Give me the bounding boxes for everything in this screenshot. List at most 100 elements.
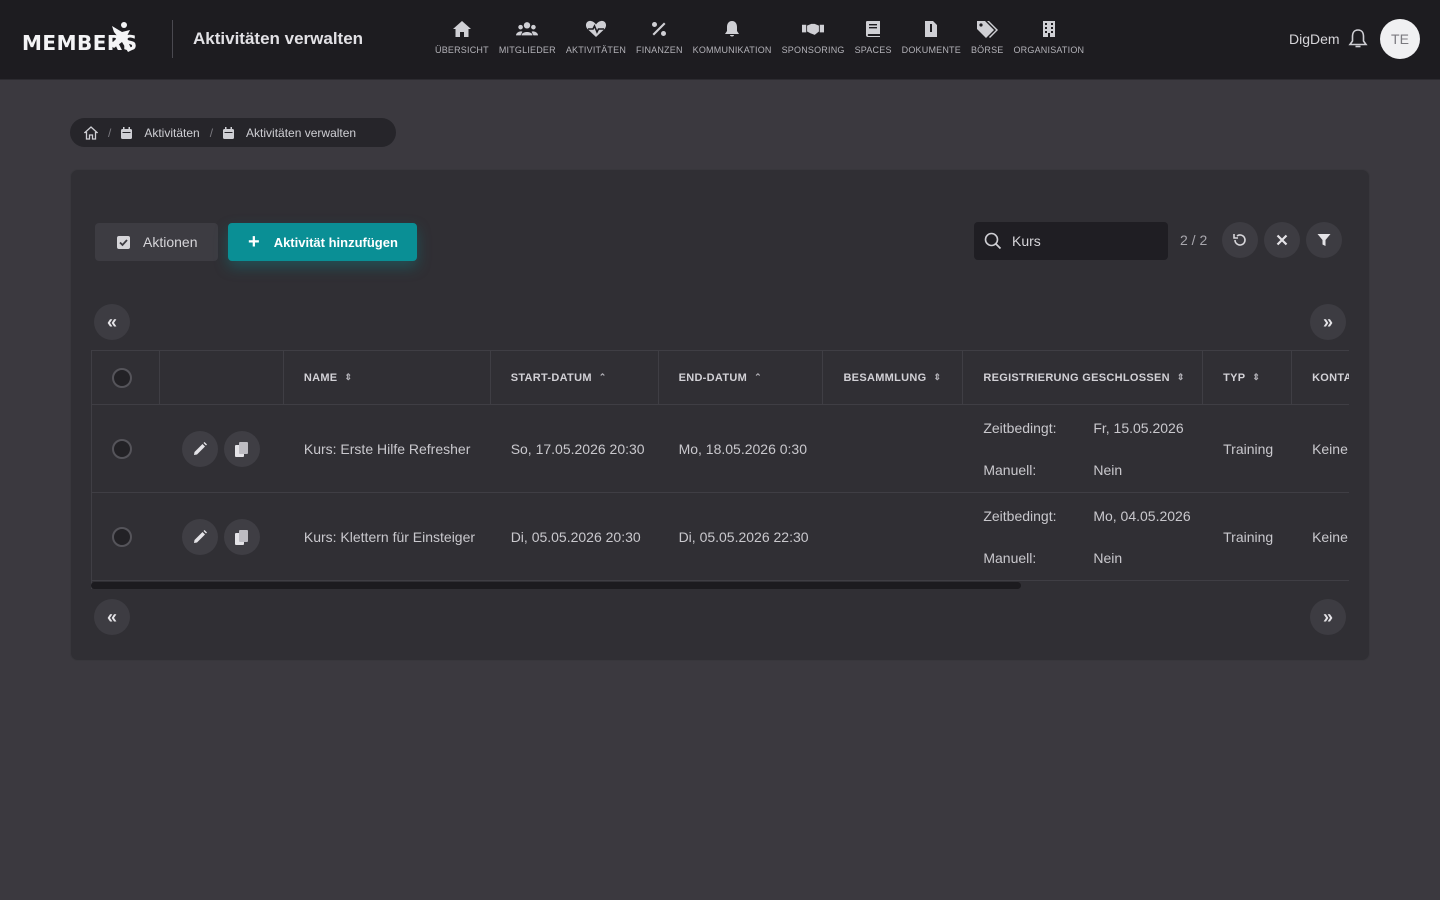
column-header-start[interactable]: START-DATUM ⌃ bbox=[490, 351, 659, 405]
column-header-registration[interactable]: REGISTRIERUNG GESCHLOSSEN ⇕ bbox=[963, 351, 1204, 405]
duplicate-button[interactable] bbox=[223, 519, 260, 555]
table-row[interactable]: Kurs: Erste Hilfe Refresher So, 17.05.20… bbox=[92, 405, 1349, 493]
nav-item-organisation[interactable]: ORGANISATION bbox=[1008, 18, 1089, 62]
reg-timed-label: Zeitbedingt: bbox=[983, 420, 1057, 436]
column-label: END-DATUM bbox=[678, 371, 748, 384]
kontakt-cell: Keine bbox=[1312, 529, 1348, 545]
column-header-end[interactable]: END-DATUM ⌃ bbox=[658, 351, 824, 405]
book-icon bbox=[862, 18, 884, 40]
nav-item-finanzen[interactable]: FINANZEN bbox=[631, 18, 688, 62]
pager-last-top-button[interactable]: » bbox=[1310, 304, 1346, 340]
document-icon bbox=[920, 18, 942, 40]
actions-label: Aktionen bbox=[143, 234, 198, 250]
avatar[interactable]: TE bbox=[1380, 19, 1420, 59]
start-date-cell: So, 17.05.2026 20:30 bbox=[510, 441, 645, 457]
edit-button[interactable] bbox=[181, 431, 218, 467]
close-icon bbox=[1276, 234, 1288, 246]
pencil-icon bbox=[193, 442, 207, 455]
reset-icon bbox=[1233, 234, 1246, 246]
column-label: KONTA bbox=[1312, 371, 1349, 384]
end-date-cell: Mo, 18.05.2026 0:30 bbox=[678, 441, 807, 457]
logo-figure-icon bbox=[110, 22, 132, 52]
duplicate-button[interactable] bbox=[223, 431, 260, 467]
pager-last-bottom-button[interactable]: » bbox=[1310, 599, 1346, 635]
search-icon bbox=[984, 232, 1002, 250]
name-cell[interactable]: Kurs: Klettern für Einsteiger bbox=[284, 493, 491, 581]
user-name[interactable]: DigDem bbox=[1289, 31, 1340, 47]
reg-timed-value: Mo, 04.05.2026 bbox=[1093, 508, 1191, 524]
reg-manual-value: Nein bbox=[1093, 462, 1123, 478]
typ-cell: Training bbox=[1223, 529, 1274, 545]
breadcrumb-item-aktivitaeten[interactable]: Aktivitäten bbox=[121, 125, 200, 140]
pager-first-top-button[interactable]: « bbox=[94, 304, 130, 340]
activities-card: Aktionen + Aktivität hinzufügen Kurs 2 /… bbox=[70, 169, 1370, 661]
column-header-kontakt[interactable]: KONTA bbox=[1292, 351, 1349, 405]
users-icon bbox=[516, 18, 539, 40]
nav-item-mitglieder[interactable]: MITGLIEDER bbox=[494, 18, 561, 62]
column-label: BESAMMLUNG bbox=[843, 371, 927, 384]
nav-item-dokumente[interactable]: DOKUMENTE bbox=[897, 18, 966, 62]
search-value: Kurs bbox=[1012, 233, 1041, 249]
sort-icon: ⇕ bbox=[1252, 372, 1261, 382]
nav-label: ÜBERSICHT bbox=[435, 45, 489, 55]
nav-label: DOKUMENTE bbox=[901, 45, 961, 55]
sort-icon: ⇕ bbox=[344, 372, 353, 382]
reg-manual-label: Manuell: bbox=[983, 462, 1037, 478]
breadcrumb-label: Aktivitäten bbox=[144, 125, 200, 140]
copy-icon bbox=[235, 529, 249, 545]
nav-item-boerse[interactable]: BÖRSE bbox=[966, 18, 1009, 62]
main-nav: ÜBERSICHT MITGLIEDER AKTIVITÄTEN FINANZE… bbox=[430, 18, 1089, 62]
row-select-radio[interactable] bbox=[112, 527, 132, 547]
reset-button[interactable] bbox=[1222, 222, 1258, 258]
nav-item-aktivitaeten[interactable]: AKTIVITÄTEN bbox=[561, 18, 631, 62]
add-activity-button[interactable]: + Aktivität hinzufügen bbox=[228, 223, 417, 261]
checkbox-icon bbox=[117, 235, 130, 249]
nav-item-kommunikation[interactable]: KOMMUNIKATION bbox=[688, 18, 777, 62]
nav-label: BÖRSE bbox=[970, 45, 1004, 55]
edit-button[interactable] bbox=[181, 519, 218, 555]
actions-button[interactable]: Aktionen bbox=[95, 223, 218, 261]
select-all-radio[interactable] bbox=[112, 367, 132, 388]
building-icon bbox=[1038, 18, 1060, 40]
column-header-name[interactable]: NAME ⇕ bbox=[283, 351, 491, 405]
table-header: NAME ⇕ START-DATUM ⌃ END-DATUM ⌃ BESAMMLUNG… bbox=[92, 351, 1349, 405]
row-select-radio[interactable] bbox=[112, 439, 132, 459]
reg-manual-label: Manuell: bbox=[983, 550, 1037, 566]
filter-button[interactable] bbox=[1306, 222, 1342, 258]
nav-label: SPACES bbox=[854, 45, 892, 55]
column-label: NAME bbox=[303, 371, 338, 384]
nav-item-spaces[interactable]: SPACES bbox=[850, 18, 897, 62]
reg-manual-value: Nein bbox=[1093, 550, 1123, 566]
nav-label: AKTIVITÄTEN bbox=[565, 45, 627, 55]
handshake-icon bbox=[802, 18, 825, 40]
reg-timed-value: Fr, 15.05.2026 bbox=[1093, 420, 1184, 436]
row-select-cell bbox=[92, 405, 160, 493]
pager-first-bottom-button[interactable]: « bbox=[94, 599, 130, 635]
nav-item-uebersicht[interactable]: ÜBERSICHT bbox=[430, 18, 494, 62]
nav-label: ORGANISATION bbox=[1013, 45, 1085, 55]
row-actions-cell bbox=[160, 493, 284, 581]
name-cell[interactable]: Kurs: Erste Hilfe Refresher bbox=[284, 405, 491, 493]
nav-item-sponsoring[interactable]: SPONSORING bbox=[777, 18, 850, 62]
home-icon bbox=[84, 125, 98, 140]
horizontal-scrollbar[interactable] bbox=[91, 582, 1021, 589]
row-select-cell bbox=[92, 493, 160, 581]
column-header-besammlung[interactable]: BESAMMLUNG ⇕ bbox=[823, 351, 964, 405]
column-header-typ[interactable]: TYP ⇕ bbox=[1203, 351, 1293, 405]
table-row[interactable]: Kurs: Klettern für Einsteiger Di, 05.05.… bbox=[92, 493, 1349, 581]
column-label: START-DATUM bbox=[510, 371, 592, 384]
breadcrumb-separator: / bbox=[209, 125, 214, 140]
filter-icon bbox=[1317, 234, 1331, 246]
result-count: 2 / 2 bbox=[1180, 232, 1208, 248]
search-input[interactable]: Kurs bbox=[974, 222, 1168, 260]
activities-table: NAME ⇕ START-DATUM ⌃ END-DATUM ⌃ BESAMMLUNG… bbox=[91, 350, 1349, 589]
calendar-icon bbox=[121, 126, 133, 139]
members-logo[interactable]: MEMBERS bbox=[22, 20, 154, 60]
double-chevron-left-icon: « bbox=[106, 606, 117, 627]
breadcrumb-home[interactable] bbox=[84, 125, 98, 140]
percent-icon bbox=[648, 18, 670, 40]
clear-button[interactable] bbox=[1264, 222, 1300, 258]
breadcrumb-item-current[interactable]: Aktivitäten verwalten bbox=[223, 126, 356, 140]
notification-bell-icon[interactable] bbox=[1348, 28, 1370, 50]
nav-label: KOMMUNIKATION bbox=[692, 45, 772, 55]
